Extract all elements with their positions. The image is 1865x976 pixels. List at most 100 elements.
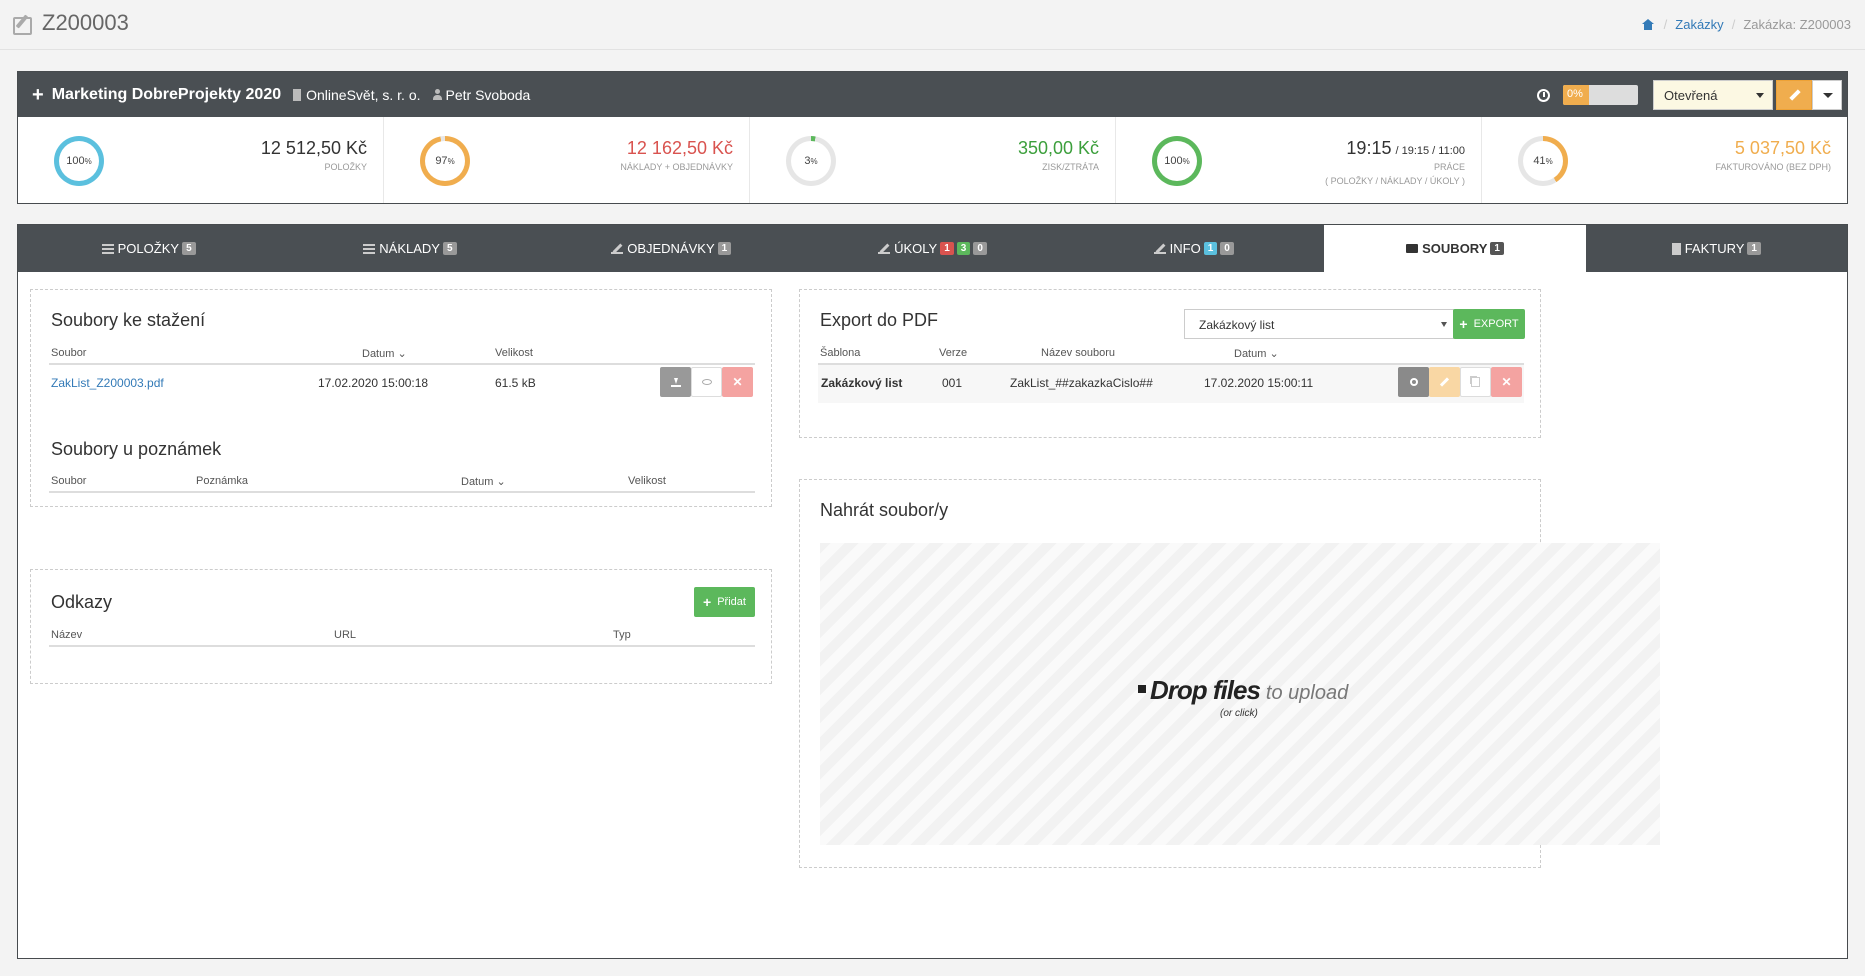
plus-icon[interactable]: +: [32, 85, 44, 105]
col-file: Soubor: [51, 475, 87, 487]
downloads-panel: Soubory ke stažení Soubor Datum ⌄ Veliko…: [30, 289, 772, 507]
tab-label: INFO: [1169, 241, 1201, 256]
status-select[interactable]: Otevřená: [1653, 80, 1773, 110]
dropzone-main-text: Drop files: [1150, 675, 1261, 705]
person-name: Petr Svoboda: [445, 86, 531, 103]
stat-sublabel: ( POLOŽKY / NÁKLADY / ÚKOLY ): [1325, 176, 1465, 186]
page-title-text: Z200003: [42, 10, 129, 35]
stats-row: 100% 12 512,50 Kč POLOŽKY 97% 12 162,50 Kč NÁ…: [18, 117, 1847, 203]
percent-value: 100: [1164, 155, 1183, 167]
col-version: Verze: [939, 347, 968, 359]
add-link-button[interactable]: + Přidat: [694, 587, 755, 617]
header-controls: 0% Otevřená: [1537, 80, 1842, 110]
template-select-value: Zakázkový list: [1199, 318, 1275, 332]
template-select[interactable]: Zakázkový list: [1184, 309, 1454, 339]
stat-value-text: 350,00 Kč: [1017, 138, 1099, 158]
col-date[interactable]: Datum ⌄: [1234, 347, 1279, 360]
tab-badge: 1: [1203, 242, 1218, 255]
dropzone-sub-text: to upload: [1265, 682, 1349, 704]
progress-label: 0%: [1567, 88, 1583, 100]
stat-label: ZISK/ZTRÁTA: [1042, 162, 1099, 172]
percent-ring: 3%: [786, 136, 836, 186]
tab-badge: 1: [940, 242, 954, 255]
tab-badge: 5: [182, 242, 196, 255]
stat-value: 12 162,50 Kč: [627, 138, 733, 159]
breadcrumb-separator: /: [1663, 17, 1668, 32]
tab-položky[interactable]: POLOŽKY 5: [18, 225, 279, 272]
tab-label: ÚKOLY: [894, 241, 938, 256]
tab-faktury[interactable]: FAKTURY 1: [1586, 225, 1847, 272]
tab-badge: 1: [717, 242, 732, 255]
list-icon: [363, 243, 376, 254]
project-company: OnlineSvět, s. r. o.: [293, 87, 421, 103]
edit-icon: [611, 244, 624, 254]
clock-icon: [1537, 88, 1550, 102]
progress-bar: 0%: [1563, 85, 1638, 105]
downloads-title: Soubory ke stažení: [51, 310, 206, 330]
stat-block: 3% 350,00 Kč ZISK/ZTRÁTA: [750, 117, 1116, 203]
export-panel: Export do PDF Zakázkový list + EXPORT Ša…: [799, 289, 1541, 438]
tab-badge: 0: [973, 242, 987, 255]
dropzone-message: Drop files to upload: [1138, 675, 1348, 706]
tab-badge: 0: [1220, 242, 1234, 255]
tab-label: NÁKLADY: [379, 241, 440, 256]
col-name: Název: [51, 629, 83, 641]
delete-button[interactable]: ✕: [1491, 367, 1522, 397]
divider: [49, 645, 755, 647]
tab-soubory[interactable]: SOUBORY 1: [1324, 225, 1586, 272]
stat-value-text: 12 512,50 Kč: [260, 138, 367, 158]
dropdown-toggle-button[interactable]: [1812, 80, 1842, 110]
download-button[interactable]: [660, 367, 691, 397]
percent-label: 97%: [425, 141, 465, 181]
col-date[interactable]: Datum ⌄: [461, 475, 506, 488]
divider: [49, 491, 755, 493]
edit-button[interactable]: [1776, 80, 1812, 110]
export-button[interactable]: + EXPORT: [1453, 309, 1525, 339]
plus-icon: +: [703, 594, 712, 610]
preview-button[interactable]: [1398, 367, 1429, 397]
stat-label: FAKTUROVÁNO (BEZ DPH): [1715, 162, 1831, 172]
download-file-link[interactable]: ZakList_Z200003.pdf: [51, 376, 164, 390]
breadcrumb: / Zakázky / Zakázka: Z200003: [1641, 17, 1851, 32]
dropzone[interactable]: Drop files to upload (or click): [820, 543, 1660, 845]
preview-button[interactable]: [691, 367, 722, 397]
stat-value-extra: / 19:15 / 11:00: [1395, 145, 1465, 157]
col-file: Soubor: [51, 347, 87, 359]
edit-button[interactable]: [1429, 367, 1460, 397]
col-filename: Název souboru: [1041, 347, 1115, 359]
building-icon: [293, 88, 302, 101]
search-icon: [1409, 378, 1418, 386]
main-content: POLOŽKY 5 NÁKLADY 5 OBJEDNÁVKY 1 ÚKOLY 1 3 0 INFO 1…: [17, 224, 1848, 959]
col-date[interactable]: Datum ⌄: [362, 347, 407, 360]
home-icon[interactable]: [1641, 19, 1654, 30]
percent-ring: 97%: [420, 136, 470, 186]
status-value: Otevřená: [1664, 88, 1718, 103]
col-url: URL: [334, 629, 357, 641]
col-size: Velikost: [628, 475, 666, 487]
col-date-label: Datum: [1234, 348, 1267, 360]
percent-label: 100%: [1157, 141, 1197, 181]
stat-value: 12 512,50 Kč: [261, 138, 367, 159]
tab-náklady[interactable]: NÁKLADY 5: [279, 225, 540, 272]
percent-ring: 41%: [1518, 136, 1568, 186]
tab-label: OBJEDNÁVKY: [627, 241, 715, 256]
notes-files-title: Soubory u poznámek: [51, 439, 222, 459]
tab-úkoly[interactable]: ÚKOLY 1 3 0: [802, 225, 1063, 272]
export-title: Export do PDF: [820, 310, 939, 330]
breadcrumb-link-orders[interactable]: Zakázky: [1675, 17, 1723, 32]
project-header: + Marketing DobreProjekty 2020 OnlineSvě…: [18, 72, 1847, 117]
close-icon: ✕: [1501, 375, 1512, 389]
tab-badge: 3: [956, 242, 971, 255]
plus-icon: +: [1459, 316, 1468, 332]
delete-button[interactable]: ✕: [722, 367, 753, 397]
tab-info[interactable]: INFO 1 0: [1063, 225, 1324, 272]
download-file-date: 17.02.2020 15:00:18: [318, 376, 429, 390]
col-template: Šablona: [820, 347, 861, 359]
list-icon: [101, 243, 114, 254]
tab-objednávky[interactable]: OBJEDNÁVKY 1: [541, 225, 802, 272]
user-icon: [432, 89, 442, 100]
export-date: 17.02.2020 15:00:11: [1204, 376, 1314, 390]
stat-block: 41% 5 037,50 Kč FAKTUROVÁNO (BEZ DPH): [1482, 117, 1847, 203]
copy-button[interactable]: [1460, 367, 1491, 397]
folder-icon: [1406, 244, 1419, 253]
